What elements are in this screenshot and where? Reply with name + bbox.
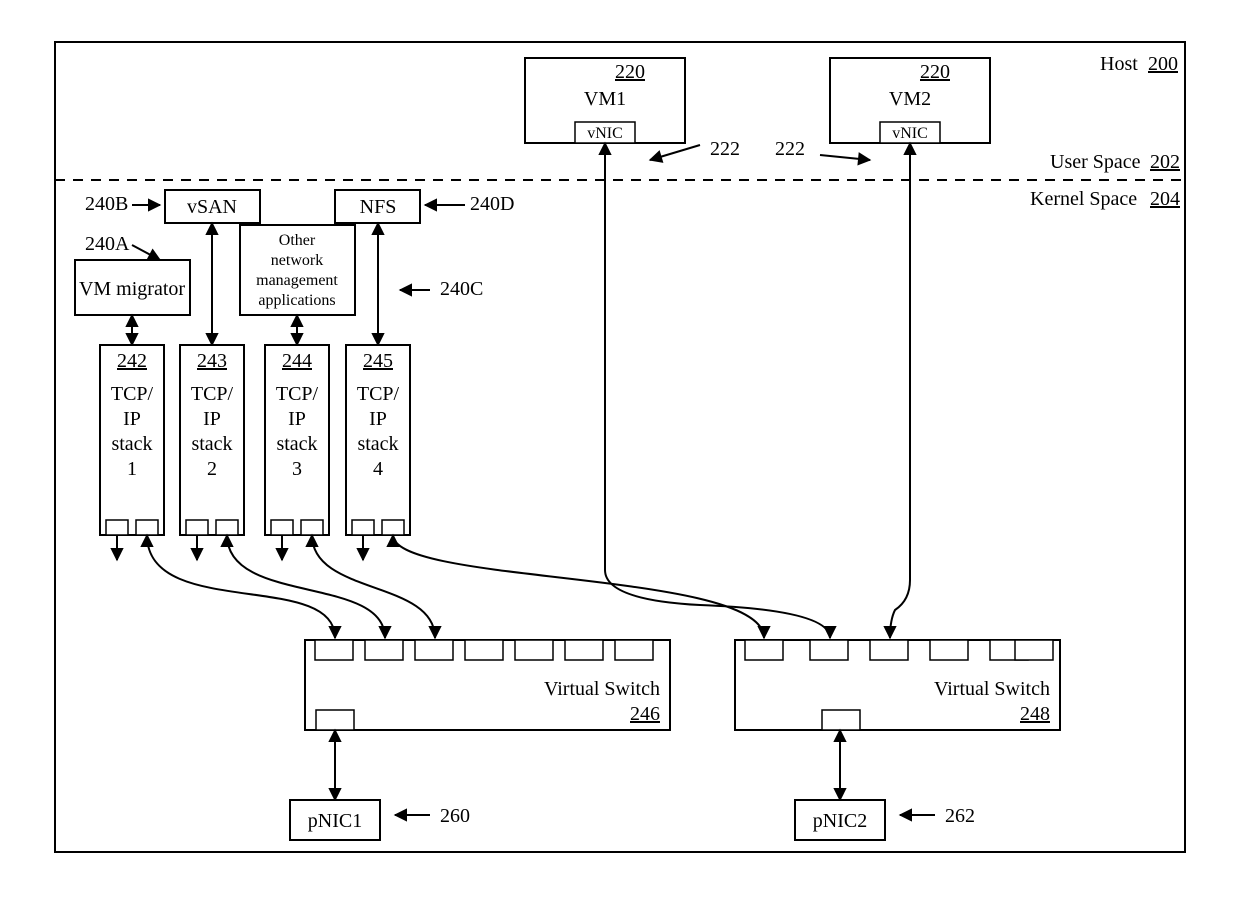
other-apps-callout: 240C: [440, 278, 483, 300]
host-ref: 200: [1148, 53, 1178, 75]
stack4-ref: 245: [363, 350, 393, 372]
stack3-l2: IP: [288, 408, 306, 430]
stack2-l3: stack: [191, 433, 232, 455]
stack3-l3: stack: [276, 433, 317, 455]
virtual-switch-2: Virtual Switch 248: [735, 640, 1060, 730]
tcpip-stack-2: 243 TCP/ IP stack 2: [180, 345, 244, 535]
other-apps-l1: Other: [279, 232, 316, 249]
vswitch1-ref: 246: [630, 703, 660, 725]
nfs-label: NFS: [360, 196, 397, 218]
stack2-l2: IP: [203, 408, 221, 430]
stack1-l3: stack: [111, 433, 152, 455]
vm1-vnic-callout: 222: [710, 138, 740, 160]
vm1-ref: 220: [615, 61, 645, 83]
vsan-callout: 240B: [85, 193, 128, 215]
vm2-name: VM2: [889, 88, 931, 110]
stack2-l4: 2: [207, 458, 217, 480]
vsan-label: vSAN: [187, 196, 237, 218]
other-apps-l4: applications: [258, 292, 335, 309]
host-label: Host: [1100, 53, 1138, 75]
pnic1-label: pNIC1: [308, 810, 362, 832]
tcpip-stack-1: 242 TCP/ IP stack 1: [100, 345, 164, 535]
stack1-l2: IP: [123, 408, 141, 430]
vm2-ref: 220: [920, 61, 950, 83]
stack4-l4: 4: [373, 458, 383, 480]
virtual-switch-1: Virtual Switch 246: [305, 640, 670, 730]
pnic2-callout: 262: [945, 805, 975, 827]
vm2-block: 220 VM2 vNIC: [830, 58, 990, 143]
tcpip-stack-3: 244 TCP/ IP stack 3: [265, 345, 329, 535]
vswitch2-ref: 248: [1020, 703, 1050, 725]
vm1-block: 220 VM1 vNIC: [525, 58, 685, 143]
stack1-l4: 1: [127, 458, 137, 480]
kernel-space-ref: 204: [1150, 188, 1180, 210]
other-apps-l2: network: [271, 252, 323, 269]
other-apps-l3: management: [256, 272, 338, 289]
user-space-label: User Space: [1050, 151, 1141, 173]
vm2-vnic-callout: 222: [775, 138, 805, 160]
stack1-l1: TCP/: [111, 383, 154, 405]
nfs-callout: 240D: [470, 193, 514, 215]
tcpip-stack-4: 245 TCP/ IP stack 4: [346, 345, 410, 535]
stack4-l1: TCP/: [357, 383, 400, 405]
pnic1-callout: 260: [440, 805, 470, 827]
stack1-ref: 242: [117, 350, 147, 372]
stack3-l4: 3: [292, 458, 302, 480]
vswitch2-label: Virtual Switch: [934, 678, 1050, 700]
vswitch1-label: Virtual Switch: [544, 678, 660, 700]
vm2-vnic: vNIC: [892, 125, 928, 142]
vm-migrator-callout: 240A: [85, 233, 130, 255]
vm1-name: VM1: [584, 88, 626, 110]
vm1-vnic: vNIC: [587, 125, 623, 142]
stack3-l1: TCP/: [276, 383, 319, 405]
stack4-l2: IP: [369, 408, 387, 430]
stack2-l1: TCP/: [191, 383, 234, 405]
stack4-l3: stack: [357, 433, 398, 455]
kernel-space-label: Kernel Space: [1030, 188, 1137, 210]
stack3-ref: 244: [282, 350, 312, 372]
user-space-ref: 202: [1150, 151, 1180, 173]
vm-migrator-label: VM migrator: [79, 278, 185, 300]
pnic2-label: pNIC2: [813, 810, 867, 832]
stack2-ref: 243: [197, 350, 227, 372]
